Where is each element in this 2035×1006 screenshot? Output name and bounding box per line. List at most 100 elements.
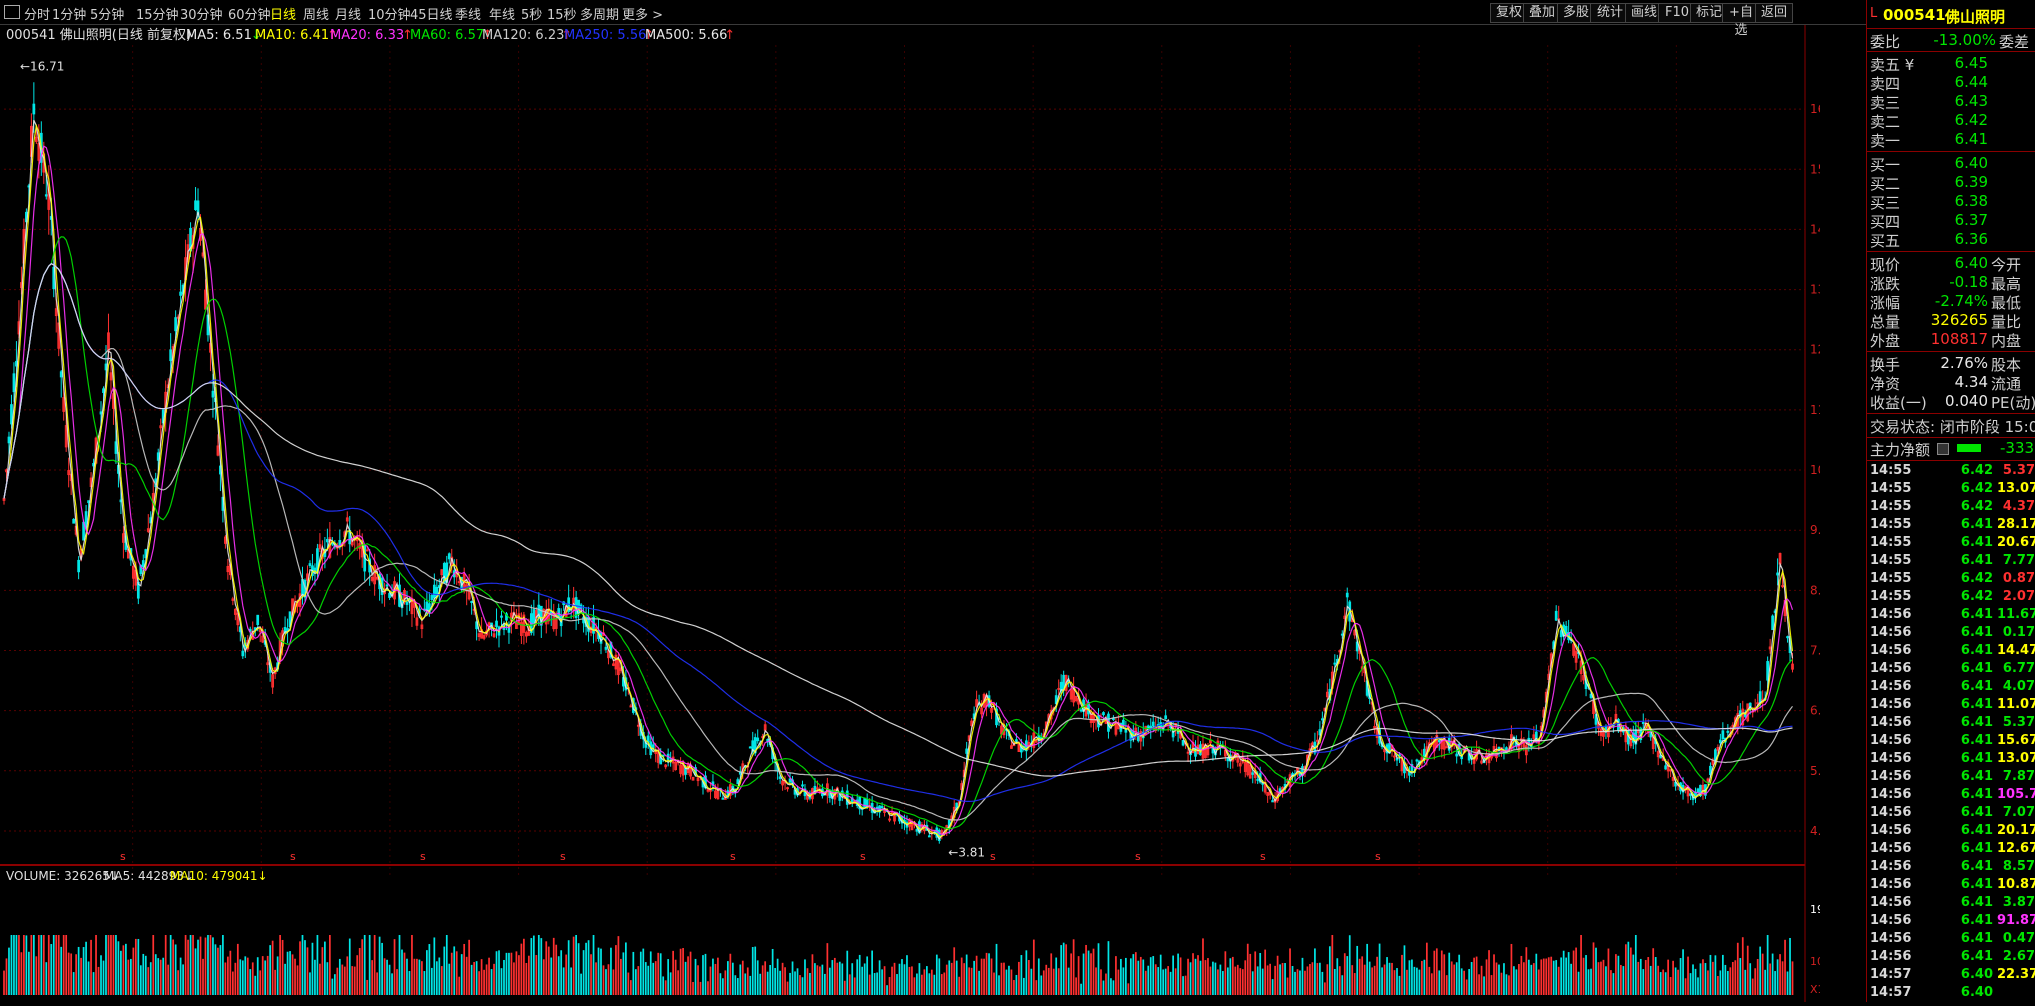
tab-period-14[interactable]: 15秒	[547, 4, 577, 23]
menu-icon[interactable]	[4, 5, 20, 19]
tab-period-15[interactable]: 多周期	[580, 4, 619, 23]
event-marker[interactable]: s	[1375, 850, 1381, 863]
volume-bar	[1789, 937, 1791, 995]
volume-bar	[1647, 957, 1650, 995]
volume-bar	[455, 951, 458, 995]
volume-bar	[1388, 962, 1391, 995]
trade-status-text: 交易状态: 闭市阶段 15:00	[1870, 418, 2035, 436]
volume-bar	[1037, 958, 1040, 995]
volume-bar	[1070, 953, 1073, 995]
tick-price: 6.41	[1960, 913, 1993, 928]
volume-bar	[1560, 957, 1563, 995]
volume-bar	[1582, 957, 1585, 995]
volume-bar	[1251, 971, 1254, 995]
tab-period-0[interactable]: 分时	[24, 4, 50, 23]
volume-bar	[1092, 948, 1095, 995]
volume-bar	[1649, 965, 1652, 995]
toolbar-button-1[interactable]: 叠加	[1523, 3, 1561, 23]
toggle-icon[interactable]	[1937, 443, 1949, 455]
volume-bar	[284, 963, 286, 995]
toolbar-button-3[interactable]: 统计	[1590, 3, 1630, 23]
volume-bar	[908, 966, 911, 995]
event-marker[interactable]: s	[860, 850, 866, 863]
volume-bar	[833, 957, 836, 995]
kline-chart[interactable]: 16.00 15.00 14.00 13.00 12.00 11.00 10.00 9.00 8…	[0, 25, 1845, 1002]
sell-level-4-label: 卖四	[1870, 75, 1901, 93]
toolbar-button-8[interactable]: 返回	[1755, 3, 1793, 23]
tick-time: 14:56	[1870, 733, 1912, 748]
volume-bar	[935, 954, 938, 995]
volume-bar	[1209, 966, 1212, 995]
tab-period-9[interactable]: 10分钟	[368, 4, 411, 23]
event-marker[interactable]: s	[290, 850, 296, 863]
volume-bar	[1353, 973, 1356, 995]
tab-period-7[interactable]: 周线	[303, 4, 329, 23]
candle-body	[495, 620, 498, 628]
volume-bar	[1167, 966, 1170, 995]
candle-body	[646, 735, 650, 743]
tick-price: 6.41	[1960, 607, 1993, 622]
kline-chart-area[interactable]: 16.00 15.00 14.00 13.00 12.00 11.00 10.00 9.00 8…	[0, 25, 1845, 1002]
volume-bar	[978, 970, 980, 995]
volume-bar	[42, 935, 45, 995]
tab-period-11[interactable]: 季线	[455, 4, 481, 23]
sell-level-5: 卖五 ¥ 6.45	[1867, 54, 2035, 74]
volume-bar	[473, 962, 476, 995]
y-tick-label: 15.00	[1810, 162, 1820, 176]
net-flow-label: 主力净额	[1870, 441, 1931, 459]
event-marker[interactable]: s	[990, 850, 996, 863]
tab-period-13[interactable]: 5秒	[521, 4, 542, 23]
tab-period-8[interactable]: 月线	[335, 4, 361, 23]
volume-bar	[465, 956, 468, 995]
y-tick-label: 12.00	[1810, 343, 1820, 357]
top-toolbar: 分时 1分钟 5分钟 15分钟 30分钟 60分钟 日线 周线 月线 10分钟 45日线 季线 年线 5秒…	[0, 0, 2035, 38]
volume-bar	[294, 958, 296, 995]
volume-bar	[1294, 971, 1296, 995]
volume-bar	[886, 985, 888, 995]
tick-row: 14:56 6.41 11.67	[1867, 607, 2035, 625]
volume-bar	[40, 935, 43, 995]
tab-period-5[interactable]: 60分钟	[228, 4, 271, 23]
tick-price: 6.40	[1960, 967, 1993, 982]
volume-bar	[1127, 983, 1130, 995]
volume-bar	[672, 950, 675, 995]
volume-bar	[1729, 967, 1732, 995]
tab-period-10[interactable]: 45日线	[410, 4, 453, 23]
volume-bar	[1440, 950, 1443, 995]
tab-period-12[interactable]: 年线	[489, 4, 515, 23]
volume-bar	[580, 973, 582, 995]
volume-bar	[1271, 979, 1274, 995]
volume-bar	[1592, 942, 1595, 995]
volume-bar	[244, 956, 247, 995]
volume-bar	[674, 959, 677, 995]
volume-bar	[985, 952, 988, 995]
tick-volume: 5.37	[2002, 463, 2035, 478]
tab-period-3[interactable]: 15分钟	[136, 4, 179, 23]
tick-price: 6.41	[1960, 949, 1993, 964]
tab-period-4[interactable]: 30分钟	[180, 4, 223, 23]
volume-bar	[1532, 963, 1535, 995]
volume-bar	[687, 956, 689, 995]
volume-bar	[824, 973, 826, 995]
event-marker[interactable]: s	[120, 850, 126, 863]
event-marker[interactable]: s	[560, 850, 566, 863]
tab-period-16[interactable]: 更多 >	[622, 4, 663, 23]
tab-period-2[interactable]: 5分钟	[90, 4, 124, 23]
tab-period-1[interactable]: 1分钟	[52, 4, 86, 23]
volume-bar	[1654, 957, 1657, 995]
tab-period-6[interactable]: 日线	[270, 4, 296, 23]
volume-bar	[1562, 950, 1565, 995]
volume-bar	[1652, 948, 1655, 995]
volume-bar	[97, 966, 100, 995]
volume-bar	[52, 935, 55, 995]
volume-bar	[1112, 980, 1115, 995]
event-marker[interactable]: s	[420, 850, 426, 863]
volume-bar	[1204, 960, 1207, 995]
volume-bar	[421, 961, 423, 995]
event-marker[interactable]: s	[730, 850, 736, 863]
stat-1-label2: 最高	[1991, 275, 2022, 293]
tick-volume: 10.87	[1997, 877, 2035, 892]
tick-row: 14:55 6.42 5.37	[1867, 463, 2035, 481]
event-marker[interactable]: s	[1260, 850, 1266, 863]
event-marker[interactable]: s	[1135, 850, 1141, 863]
